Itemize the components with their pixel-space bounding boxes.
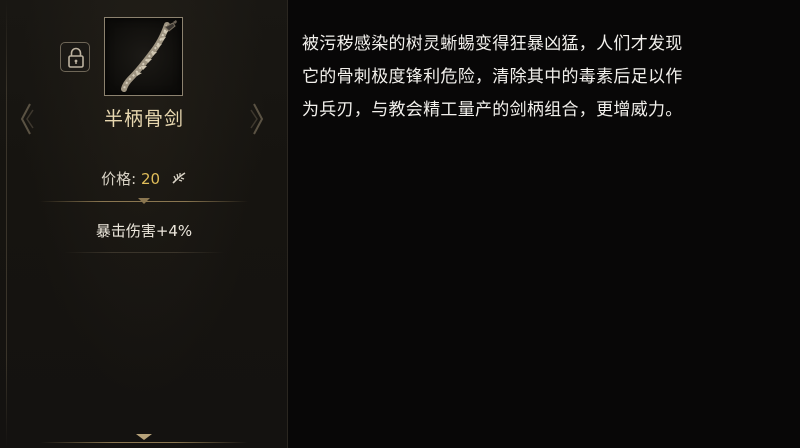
price-label: 价格:	[101, 170, 137, 188]
item-info-panel: 半柄骨剑 价格: 20 暴击伤害+4%	[0, 0, 288, 448]
price-value: 20	[140, 170, 161, 188]
feather-currency-icon	[171, 171, 187, 189]
lock-icon[interactable]	[60, 42, 90, 72]
bone-sword-icon	[121, 20, 177, 92]
item-detail-screen: 半柄骨剑 价格: 20 暴击伤害+4% 被污秽感染的树灵蜥蜴变得狂暴凶猛，人们才…	[0, 0, 800, 448]
description-line: 被污秽感染的树灵蜥蜴变得狂暴凶猛，人们才发现	[302, 34, 683, 54]
scroll-down-indicator[interactable]	[40, 430, 248, 448]
section-divider	[40, 198, 248, 206]
item-icon-frame[interactable]	[104, 17, 183, 96]
stat-divider	[64, 252, 224, 253]
description-line: 它的骨刺极度锋利危险，清除其中的毒素后足以作	[302, 67, 683, 87]
price-row: 价格: 20	[0, 168, 288, 189]
stat-crit-damage: 暴击伤害+4%	[95, 222, 193, 240]
description-line: 为兵刃，与教会精工量产的剑柄组合，更增威力。	[302, 100, 683, 120]
item-description: 被污秽感染的树灵蜥蜴变得狂暴凶猛，人们才发现 它的骨刺极度锋利危险，清除其中的毒…	[302, 28, 788, 127]
item-name: 半柄骨剑	[103, 108, 184, 130]
